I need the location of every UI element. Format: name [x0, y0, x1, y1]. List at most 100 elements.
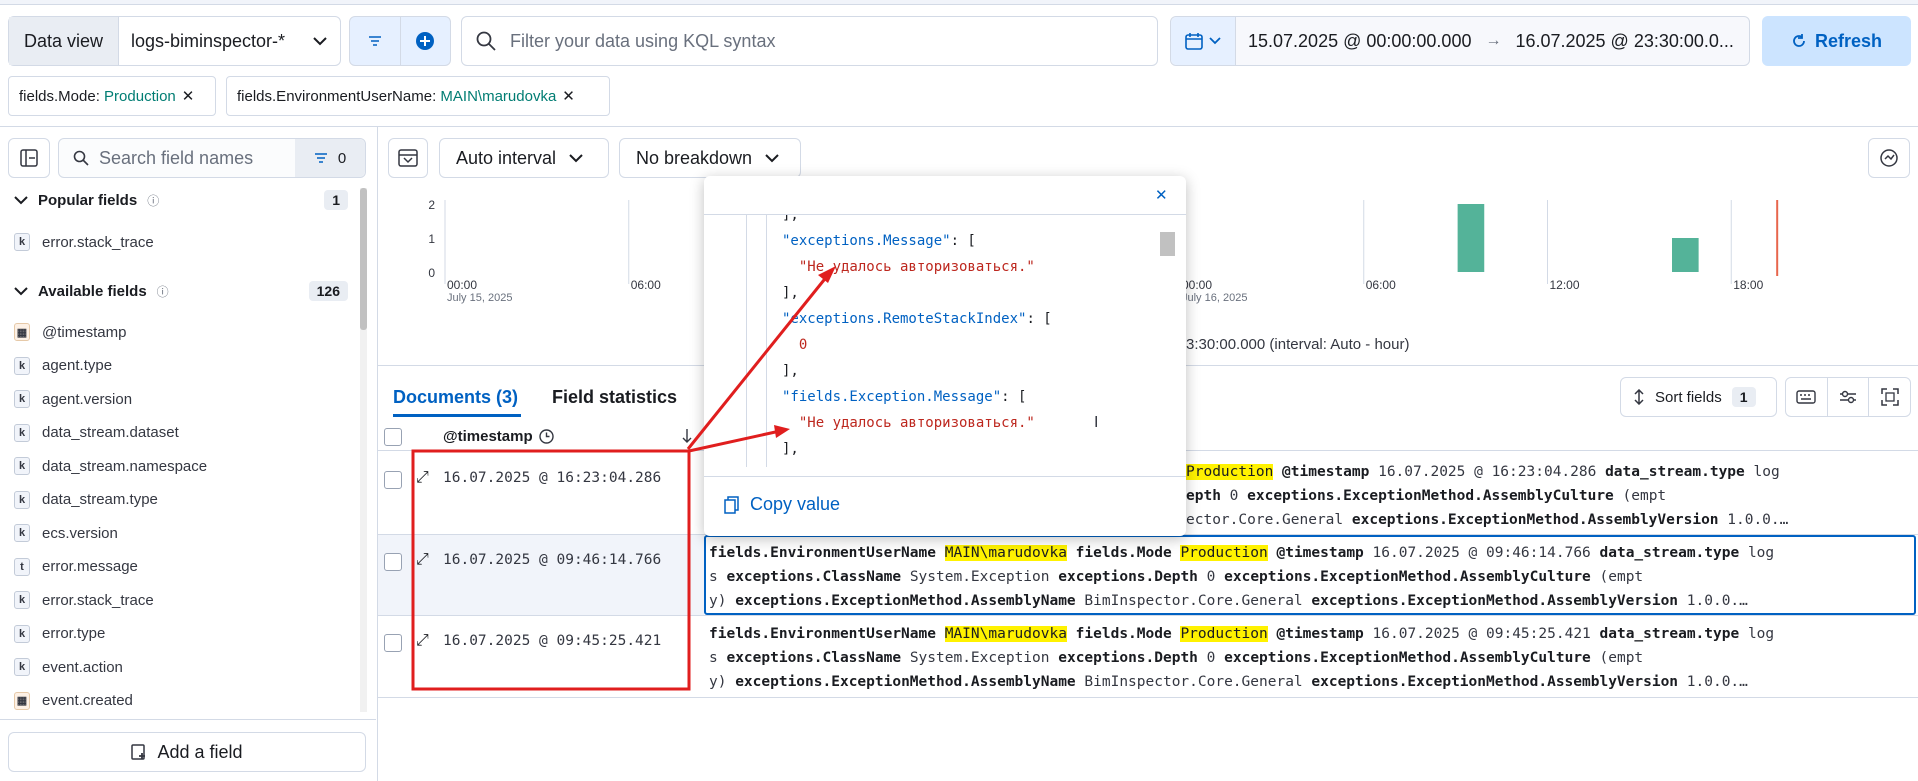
popular-fields-header[interactable]: Popular fields ⓘ 1 — [14, 190, 348, 210]
close-icon[interactable]: ✕ — [182, 87, 195, 105]
fullscreen-button[interactable] — [1868, 378, 1910, 416]
field-value: log — [1747, 626, 1775, 642]
field-value: ector.Core.General — [1186, 512, 1344, 528]
copy-value-button[interactable]: Copy value — [724, 494, 840, 515]
json-string: "Не удалось авторизоваться." — [798, 415, 1035, 431]
timestamp-column-header[interactable]: @timestamp — [443, 428, 554, 445]
keyboard-shortcuts-button[interactable] — [1786, 390, 1827, 404]
filter-pill-user[interactable]: fields.EnvironmentUserName: MAIN\marudov… — [226, 76, 610, 116]
chevron-down-icon — [1209, 37, 1221, 45]
row-timestamp[interactable]: 16.07.2025 @ 09:46:14.766 — [443, 548, 661, 572]
field-item[interactable]: k error.stack_trace — [14, 227, 154, 257]
field-key: exceptions.ExceptionMethod.AssemblyVersi… — [1311, 674, 1679, 690]
histogram-bar — [1457, 204, 1485, 272]
text-cursor-icon: I — [1094, 414, 1099, 431]
field-key: data_stream.type — [1605, 464, 1745, 480]
field-value: log — [1747, 545, 1775, 561]
sort-fields-button[interactable]: Sort fields 1 — [1620, 377, 1777, 417]
row-timestamp[interactable]: 16.07.2025 @ 16:23:04.286 — [443, 466, 661, 490]
add-filter-button[interactable] — [399, 17, 451, 65]
inspect-button[interactable] — [1868, 138, 1910, 178]
quick-menu-button[interactable] — [1171, 17, 1236, 65]
interval-select[interactable]: Auto interval — [439, 138, 609, 178]
field-key: fields.Mode — [1075, 626, 1172, 642]
field-search-input[interactable]: Search field names 0 — [58, 138, 366, 178]
field-value: 16.07.2025 @ 09:45:25.421 — [1372, 626, 1591, 642]
top-strip — [0, 0, 1918, 5]
field-name: error.stack_trace — [42, 233, 154, 251]
field-value: y) — [709, 674, 727, 690]
tab-documents[interactable]: Documents (3) — [393, 387, 518, 408]
divider — [0, 719, 376, 720]
filter-pill-mode[interactable]: fields.Mode: Production ✕ — [8, 76, 216, 116]
toggle-chart-button[interactable] — [388, 138, 428, 178]
date-start[interactable]: 15.07.2025 @ 00:00:00.000 — [1248, 31, 1471, 52]
field-item[interactable]: k data_stream.namespace — [14, 451, 207, 481]
expand-row-icon[interactable]: ⤢ — [416, 551, 429, 569]
keyword-type-icon: k — [14, 423, 30, 442]
add-field-button[interactable]: Add a field — [8, 732, 366, 772]
field-value: 1.0.0.… — [1686, 674, 1748, 690]
chevron-down-icon — [14, 195, 28, 204]
available-count: 126 — [308, 281, 348, 301]
select-all-checkbox[interactable] — [384, 428, 402, 446]
expand-row-icon[interactable]: ⤢ — [416, 469, 429, 487]
row-document[interactable]: fields.EnvironmentUserName MAIN\marudovk… — [709, 541, 1774, 613]
field-value: 0 — [1206, 569, 1216, 585]
row-timestamp[interactable]: 16.07.2025 @ 09:45:25.421 — [443, 629, 661, 653]
field-item[interactable]: k agent.version — [14, 384, 132, 414]
row-checkbox[interactable] — [384, 553, 402, 571]
row-document[interactable]: fields.EnvironmentUserName MAIN\marudovk… — [709, 622, 1774, 694]
date-end[interactable]: 16.07.2025 @ 23:30:00.0... — [1515, 31, 1733, 52]
field-item[interactable]: k ecs.version — [14, 518, 118, 548]
kql-search-input[interactable]: Filter your data using KQL syntax — [461, 16, 1158, 66]
code-scrollbar[interactable] — [1160, 232, 1175, 256]
row-checkbox[interactable] — [384, 471, 402, 489]
settings-sliders-icon — [1840, 390, 1856, 404]
data-view-value[interactable]: logs-biminspector-* — [131, 31, 285, 52]
row-checkbox[interactable] — [384, 634, 402, 652]
collapse-sidebar-button[interactable] — [8, 138, 50, 178]
data-view-label: Data view — [9, 17, 119, 65]
field-item[interactable]: k data_stream.type — [14, 485, 158, 515]
close-icon[interactable]: ✕ — [562, 87, 575, 105]
expand-row-icon[interactable]: ⤢ — [416, 632, 429, 650]
breakdown-select[interactable]: No breakdown — [619, 138, 801, 178]
json-punct: : [ — [1026, 311, 1052, 327]
available-fields-header[interactable]: Available fields ⓘ 126 — [14, 281, 348, 301]
code-line: 0 — [782, 332, 1052, 358]
keyword-type-icon: k — [14, 624, 30, 643]
popular-count: 1 — [324, 190, 348, 210]
field-item[interactable]: k error.type — [14, 619, 105, 649]
field-value: log — [1753, 464, 1780, 480]
filter-key: fields.Mode: — [19, 87, 105, 105]
close-icon[interactable]: ✕ — [1155, 186, 1168, 204]
sort-desc-icon[interactable] — [680, 427, 694, 445]
field-item[interactable]: t error.message — [14, 552, 138, 582]
refresh-button[interactable]: Refresh — [1762, 16, 1911, 66]
row-1-document[interactable]: Production @timestamp 16.07.2025 @ 16:23… — [1186, 460, 1788, 532]
field-key: exceptions.ExceptionMethod.AssemblyVersi… — [1351, 512, 1719, 528]
chevron-down-icon — [569, 154, 583, 163]
field-item[interactable]: k agent.type — [14, 351, 112, 381]
field-item[interactable]: k event.action — [14, 652, 123, 682]
keyword-type-icon: k — [14, 490, 30, 509]
field-item[interactable]: k error.stack_trace — [14, 585, 154, 615]
field-name: data_stream.namespace — [42, 457, 208, 475]
date-picker[interactable]: 15.07.2025 @ 00:00:00.000 → 16.07.2025 @… — [1170, 16, 1750, 66]
json-string: "Не удалось авторизоваться." — [798, 259, 1035, 275]
filter-icon — [314, 153, 327, 163]
tab-field-statistics[interactable]: Field statistics — [552, 387, 677, 408]
field-item[interactable]: k data_stream.dataset — [14, 418, 179, 448]
interval-label: Auto interval — [456, 147, 557, 168]
field-filter-button[interactable]: 0 — [295, 139, 365, 177]
sidebar-scrollbar[interactable] — [360, 188, 367, 712]
json-punct: : [ — [950, 233, 976, 249]
field-item[interactable]: ▦ @timestamp — [14, 317, 126, 347]
field-item[interactable]: ▦ event.created — [14, 686, 133, 716]
json-code-block[interactable]: ], "exceptions.Message": [ "Не удалось ав… — [704, 215, 1186, 467]
filter-menu-button[interactable] — [350, 17, 400, 65]
display-settings-button[interactable] — [1826, 378, 1869, 416]
data-view-picker[interactable]: Data view logs-biminspector-* — [8, 16, 341, 66]
field-name: agent.type — [42, 357, 113, 374]
